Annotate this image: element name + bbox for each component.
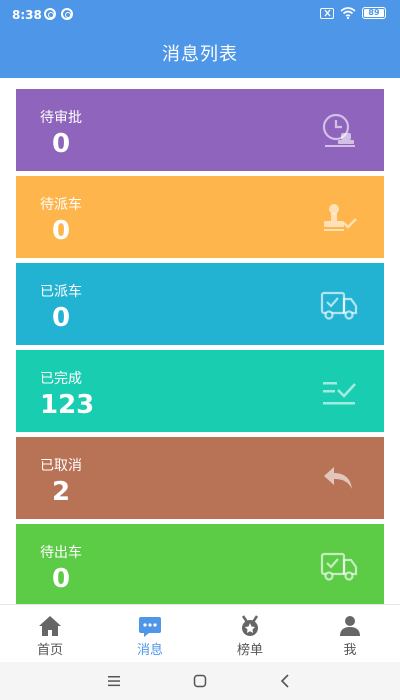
notification-ring-icon (44, 8, 56, 20)
card-label: 待审批 (40, 110, 82, 126)
card-label: 已取消 (40, 458, 82, 474)
wifi-icon (340, 7, 356, 19)
status-bar: 8:38 89 (0, 0, 400, 30)
tab-home[interactable]: 首页 (0, 605, 100, 662)
card-label: 待派车 (40, 197, 82, 213)
card-count: 0 (52, 129, 71, 159)
card-count: 0 (52, 216, 71, 246)
battery-level: 89 (364, 9, 384, 17)
back-chevron-icon[interactable] (278, 673, 294, 689)
battery-icon: 89 (362, 7, 386, 19)
card-count: 2 (52, 477, 71, 507)
tab-label: 我 (343, 643, 357, 658)
status-time: 8:38 (12, 8, 42, 22)
card-count: 0 (52, 303, 71, 333)
user-icon (340, 616, 360, 636)
tab-ranking[interactable]: 榜单 (200, 605, 300, 662)
card-dispatched[interactable]: 已派车 0 (16, 263, 384, 345)
card-count: 123 (40, 390, 95, 420)
home-square-icon[interactable] (192, 673, 208, 689)
page-title: 消息列表 (162, 44, 238, 65)
message-card-list: 待审批 0 待派车 0 已派车 0 已完成 123 已取消 2 待出车 0 (16, 89, 384, 611)
home-icon (39, 616, 61, 636)
card-label: 待出车 (40, 545, 82, 561)
card-completed[interactable]: 已完成 123 (16, 350, 384, 432)
card-label: 已完成 (40, 371, 82, 387)
stamp-check-icon (324, 204, 357, 231)
tab-label: 榜单 (236, 643, 263, 658)
header-bar: 8:38 89 消息列表 (0, 0, 400, 78)
message-icon (139, 617, 161, 637)
menu-icon[interactable] (106, 673, 122, 689)
bottom-tab-bar: 首页 消息 榜单 我 (0, 604, 400, 662)
card-pending-approval[interactable]: 待审批 0 (16, 89, 384, 171)
tab-label: 消息 (136, 643, 163, 658)
tab-label: 首页 (36, 643, 63, 658)
truck-check-icon (320, 552, 358, 581)
system-status-icons: 89 (320, 7, 386, 19)
truck-check-icon (320, 291, 358, 320)
no-sim-icon (320, 7, 334, 19)
card-count: 0 (52, 564, 71, 594)
reply-arrow-icon (324, 467, 352, 489)
notification-icons (44, 8, 73, 20)
card-pending-dispatch[interactable]: 待派车 0 (16, 176, 384, 258)
system-navigation-bar (0, 662, 400, 700)
card-cancelled[interactable]: 已取消 2 (16, 437, 384, 519)
notification-ring-icon (61, 8, 73, 20)
card-pending-departure[interactable]: 待出车 0 (16, 524, 384, 606)
approval-stamp-clock-icon (322, 113, 355, 147)
medal-icon (241, 615, 259, 636)
card-label: 已派车 (40, 284, 82, 300)
list-check-icon (323, 382, 356, 405)
tab-messages[interactable]: 消息 (100, 605, 200, 662)
tab-me[interactable]: 我 (300, 605, 400, 662)
